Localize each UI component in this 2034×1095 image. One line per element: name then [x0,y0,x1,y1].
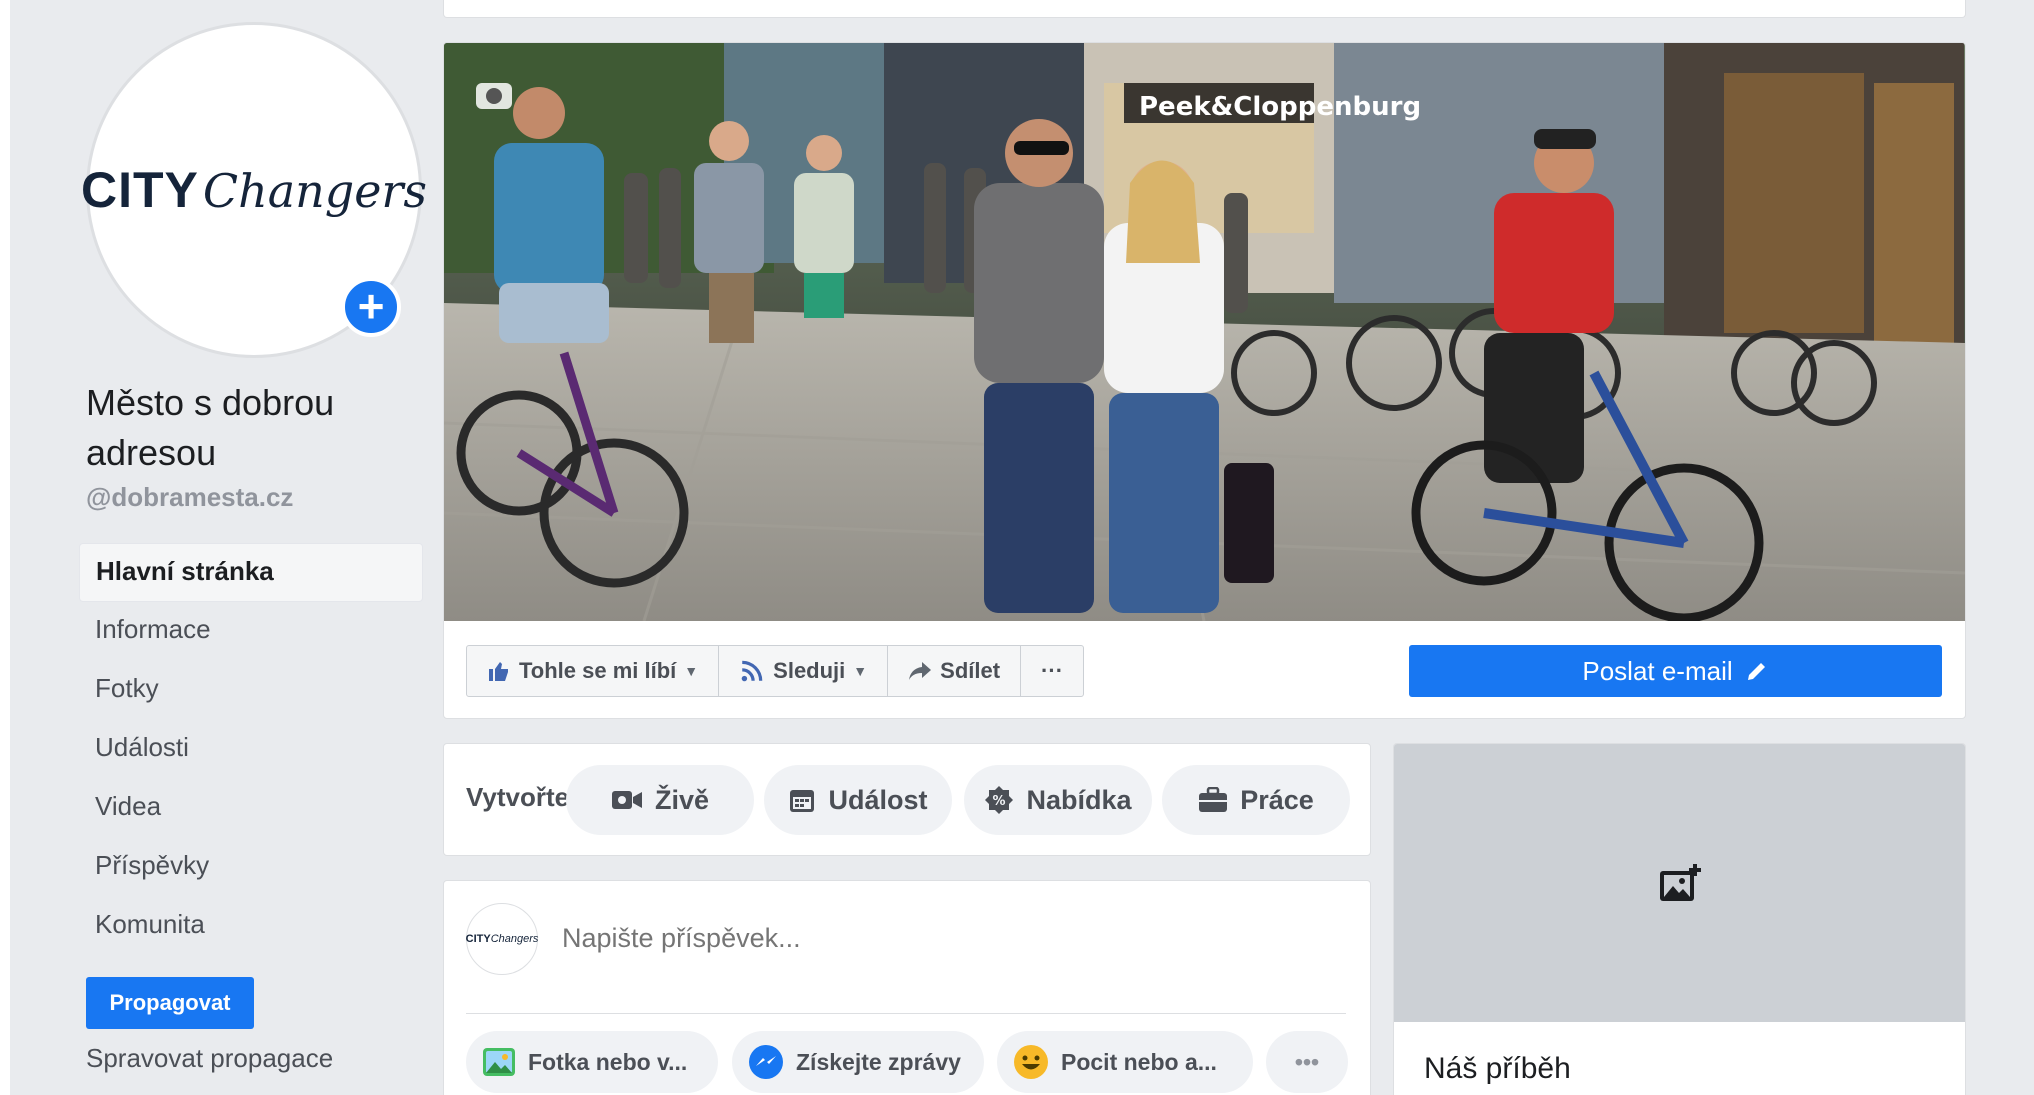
video-camera-icon [611,791,642,809]
logo-text-main: CITY [80,162,199,218]
cover-card: Peek&Cloppenburg Tohle se mi líbí ▼ Sled… [443,42,1966,719]
rss-follow-icon [741,660,763,682]
plus-icon: + [357,280,385,332]
composer-divider [466,1013,1346,1014]
live-label: Živě [654,784,710,815]
promote-button[interactable]: Propagovat [86,977,254,1029]
composer-avatar-logo: CITYChangers [465,933,539,945]
pencil-icon [1747,663,1765,680]
composer-card: CITYChangers Fotka nebo v... Získejte zp… [443,880,1371,1095]
sidebar-item-photos[interactable]: Fotky [79,661,423,720]
create-offer-button[interactable]: % Nabídka [964,765,1152,835]
sidebar-item-posts[interactable]: Příspěvky [79,838,423,897]
logo-text-script: Changers [202,164,428,218]
get-messages-button[interactable]: Získejte zprávy [732,1031,984,1093]
more-dots-icon: ··· [1041,658,1064,683]
offer-label: Nabídka [1026,784,1132,815]
top-card-edge [443,0,1966,18]
create-event-button[interactable]: Událost [764,765,952,835]
create-card: Vytvořte Živě Událost % Nabídka Práce [443,743,1371,856]
smiley-icon [1014,1045,1048,1079]
thumbs-up-icon [489,662,508,681]
page-nav: Hlavní stránka Informace Fotky Události … [79,543,423,956]
sidebar-item-about[interactable]: Informace [79,602,423,661]
composer-more-button[interactable]: ••• [1266,1031,1348,1093]
like-label: Tohle se mi líbí [519,658,677,683]
storefront-sign: Peek&Cloppenburg [1139,92,1421,122]
write-post-input[interactable] [562,923,1322,954]
sidebar-item-home[interactable]: Hlavní stránka [79,543,423,602]
add-profile-photo-button[interactable]: + [341,277,401,337]
follow-button[interactable]: Sleduji ▼ [719,646,889,696]
add-photo-icon [1659,864,1701,901]
caret-down-icon: ▼ [684,663,699,679]
more-options-button[interactable]: ··· [1021,646,1083,696]
calendar-icon [790,790,815,812]
share-label: Sdílet [940,658,1001,683]
caret-down-icon: ▼ [853,663,868,679]
our-story-title: Náš příběh [1424,1052,1571,1085]
sidebar-item-community[interactable]: Komunita [79,897,423,956]
photo-icon [483,1048,515,1076]
cover-photo[interactable]: Peek&Cloppenburg [444,43,1965,621]
share-button[interactable]: Sdílet [888,646,1022,696]
manage-promotions-link[interactable]: Spravovat propagace [86,1043,333,1074]
sidebar-item-events[interactable]: Události [79,720,423,779]
photo-video-button[interactable]: Fotka nebo v... [466,1031,718,1093]
job-label: Práce [1240,784,1314,815]
about-card: Náš příběh [1393,743,1966,1095]
cover-photo-illustration: Peek&Cloppenburg [444,43,1965,621]
add-story-photo-area[interactable] [1394,744,1965,1022]
send-email-button[interactable]: Poslat e-mail [1409,645,1942,697]
send-email-label: Poslat e-mail [1582,655,1733,686]
event-label: Událost [828,784,928,815]
sidebar-item-videos[interactable]: Videa [79,779,423,838]
page-title: Město s dobrou adresou [86,382,335,473]
feeling-activity-button[interactable]: Pocit nebo a... [997,1031,1253,1093]
get-messages-label: Získejte zprávy [796,1048,961,1075]
page-username[interactable]: @dobramesta.cz [86,482,293,513]
more-dots-icon: ••• [1294,1048,1320,1075]
offer-badge-icon: % [985,786,1014,814]
create-job-button[interactable]: Práce [1162,765,1350,835]
feeling-label: Pocit nebo a... [1061,1048,1217,1075]
create-label: Vytvořte [466,782,570,812]
composer-avatar: CITYChangers [466,903,538,975]
photo-video-label: Fotka nebo v... [528,1048,688,1075]
city-changers-logo: CITY Changers [81,161,427,219]
share-arrow-icon [909,662,932,680]
briefcase-icon [1199,787,1228,812]
follow-label: Sleduji [773,658,846,683]
like-button[interactable]: Tohle se mi líbí ▼ [467,646,720,696]
create-live-button[interactable]: Živě [566,765,754,835]
svg-text:%: % [993,794,1006,809]
messenger-icon [749,1045,783,1079]
page-actions-bar: Tohle se mi líbí ▼ Sleduji ▼ Sdílet ··· [466,645,1085,697]
